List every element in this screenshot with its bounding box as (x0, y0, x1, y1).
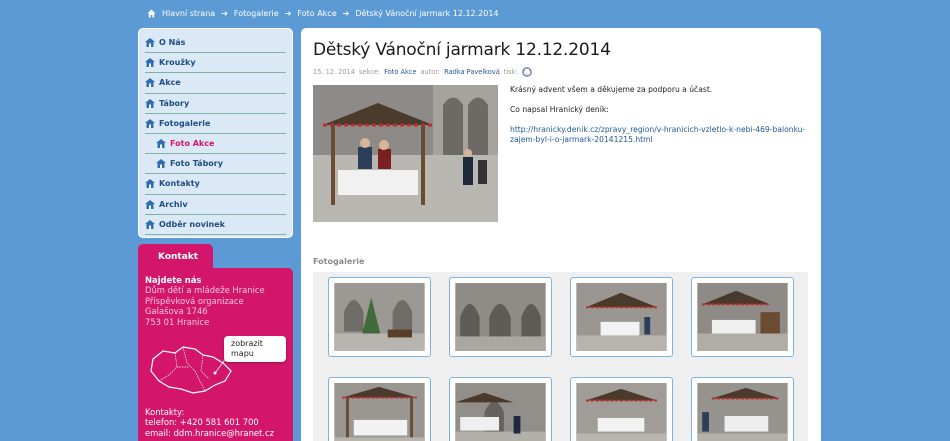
house-icon (156, 159, 166, 169)
house-icon (145, 98, 155, 108)
sidebar-item-fotogalerie[interactable]: Fotogalerie (145, 114, 286, 134)
gallery-photo (576, 383, 667, 441)
house-icon (145, 58, 155, 68)
sidebar-item-label: Foto Akce (170, 139, 215, 149)
gallery-photo (576, 283, 667, 351)
section-link[interactable]: Foto Akce (384, 68, 416, 76)
sidebar-item-odber-novinek[interactable]: Odběr novinek (145, 215, 286, 235)
article-text: Krásný advent všem a děkujeme za podporu… (510, 85, 809, 222)
czech-map-icon[interactable] (145, 341, 235, 401)
sidebar-item-o-nas[interactable]: O Nás (145, 33, 286, 54)
print-icon[interactable] (521, 67, 532, 77)
sidebar-nav: O Nás Kroužky Akce Tábory Fotogalerie Fo… (138, 28, 293, 238)
breadcrumb-separator: ➔ (284, 9, 292, 18)
main-content: Dětský Vánoční jarmark 12.12.2014 15. 12… (301, 28, 821, 441)
article-paragraph: Co napsal Hranický deník: (510, 105, 609, 114)
print-label: tisk: (503, 68, 518, 76)
gallery-thumbnail[interactable] (691, 277, 794, 357)
show-map-button[interactable]: zobrazit mapu (224, 336, 286, 363)
house-icon (145, 118, 155, 128)
sidebar-item-kontakty[interactable]: Kontakty (145, 174, 286, 195)
sidebar-item-label: Kroužky (159, 58, 196, 68)
gallery-thumbnail[interactable] (449, 377, 552, 441)
sidebar-item-tabory[interactable]: Tábory (145, 94, 286, 114)
gallery-thumbnail[interactable] (449, 277, 552, 357)
home-icon[interactable] (147, 9, 156, 18)
sidebar-item-foto-akce[interactable]: Foto Akce (145, 134, 286, 155)
breadcrumb-separator: ➔ (221, 9, 228, 18)
gallery-label: Fotogalerie (313, 257, 365, 266)
contact-tab[interactable]: Kontakt (138, 244, 213, 270)
address-line: Příspěvková organizace (145, 295, 244, 306)
article-paragraph: Krásný advent všem a děkujeme za podporu… (510, 85, 713, 94)
contact-panel: Najdete nás Dům dětí a mládeže Hranice P… (138, 268, 293, 441)
gallery-thumbnail[interactable] (328, 277, 431, 357)
house-icon (145, 199, 155, 209)
address-line: Galašova 1746 (145, 306, 208, 317)
house-icon (156, 139, 166, 149)
breadcrumb-separator: ➔ (342, 9, 350, 18)
breadcrumb: Hlavní strana ➔ Fotogalerie ➔ Foto Akce … (147, 9, 499, 18)
sidebar-item-archiv[interactable]: Archiv (145, 195, 286, 215)
article-meta: 15. 12. 2014 sekce: Foto Akce autor: Rad… (313, 67, 809, 77)
gallery-thumbnail[interactable] (570, 277, 673, 357)
author-label: autor: (420, 68, 441, 76)
sidebar-item-label: Kontakty (159, 179, 200, 189)
section-label: sekce: (358, 68, 381, 76)
sidebar-item-akce[interactable]: Akce (145, 73, 286, 94)
gallery-photo (455, 283, 546, 351)
gallery-thumbnail[interactable] (691, 377, 794, 441)
article-link[interactable]: http://hranicky.denik.cz/zpravy_region/v… (510, 125, 805, 144)
photo-gallery (313, 272, 808, 441)
email-address[interactable]: email: ddm.hranice@hranet.cz (145, 428, 286, 438)
gallery-thumbnail[interactable] (570, 377, 673, 441)
breadcrumb-home[interactable]: Hlavní strana (162, 9, 215, 18)
map-area: zobrazit mapu (145, 331, 286, 403)
article-body: Krásný advent všem a děkujeme za podporu… (313, 85, 809, 222)
gallery-photo (697, 283, 788, 351)
author-link[interactable]: Radka Pavelková (444, 68, 500, 76)
breadcrumb-current: Dětský Vánoční jarmark 12.12.2014 (355, 9, 499, 18)
contact-details: Kontakty: telefon: +420 581 601 700 emai… (145, 407, 286, 438)
address-line: 753 01 Hranice (145, 316, 210, 327)
house-icon (145, 78, 155, 88)
gallery-photo (455, 383, 546, 441)
house-icon (145, 219, 155, 229)
sidebar-item-label: O Nás (159, 38, 186, 48)
sidebar-item-label: Foto Tábory (170, 159, 223, 169)
gallery-photo (334, 283, 425, 351)
house-icon (145, 179, 155, 189)
contacts-label: Kontakty: (145, 407, 185, 418)
gallery-thumbnail[interactable] (328, 377, 431, 441)
sidebar-item-label: Tábory (159, 98, 190, 108)
gallery-photo (334, 383, 425, 441)
sidebar-item-label: Odběr novinek (159, 219, 225, 229)
sidebar-item-label: Archiv (159, 199, 188, 209)
breadcrumb-fotogalerie[interactable]: Fotogalerie (234, 9, 279, 18)
sidebar-item-krouzky[interactable]: Kroužky (145, 53, 286, 74)
phone-number[interactable]: telefon: +420 581 601 700 (145, 417, 286, 427)
find-us-label: Najdete nás (145, 275, 202, 285)
sidebar-item-label: Fotogalerie (159, 118, 211, 128)
address-line: Dům dětí a mládeže Hranice (145, 285, 265, 296)
breadcrumb-foto-akce[interactable]: Foto Akce (297, 9, 336, 18)
gallery-photo (697, 383, 788, 441)
sidebar-item-label: Akce (159, 78, 181, 88)
article-date: 15. 12. 2014 (313, 68, 355, 76)
sidebar-item-foto-tabory[interactable]: Foto Tábory (145, 154, 286, 175)
house-icon (145, 38, 155, 48)
page-title: Dětský Vánoční jarmark 12.12.2014 (313, 40, 611, 60)
article-photo[interactable] (313, 85, 498, 222)
